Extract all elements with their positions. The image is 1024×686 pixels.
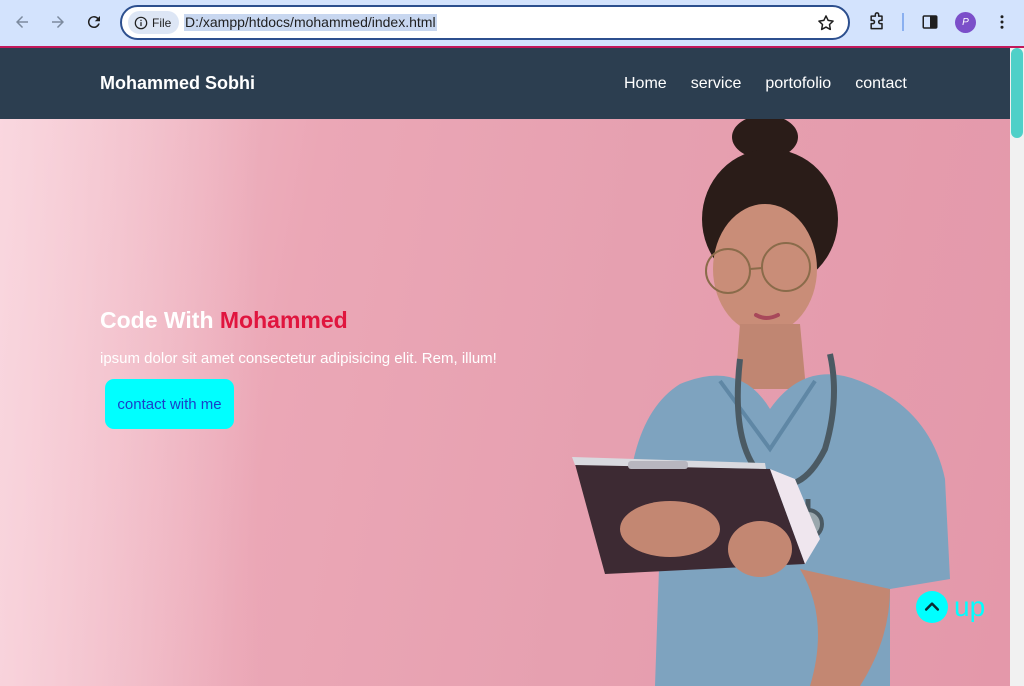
page-scrollbar[interactable] <box>1010 48 1024 686</box>
toolbar-divider <box>902 13 904 31</box>
nav-link-home[interactable]: Home <box>624 75 667 93</box>
kebab-menu-icon <box>1000 15 1004 29</box>
extensions-button[interactable] <box>866 11 888 33</box>
scroll-to-top-label[interactable]: up <box>954 591 985 623</box>
arrow-right-icon <box>52 16 64 28</box>
scrollbar-thumb[interactable] <box>1011 48 1023 138</box>
hero-description: ipsum dolor sit amet consectetur adipisi… <box>100 350 497 367</box>
site-navbar: Mohammed Sobhi Home service portofolio c… <box>0 48 1010 119</box>
contact-button[interactable]: contact with me <box>105 379 234 429</box>
side-panel-icon <box>922 15 938 29</box>
side-panel-button[interactable] <box>919 11 941 33</box>
puzzle-icon <box>870 12 883 30</box>
hero-title-accent: Mohammed <box>219 307 348 333</box>
arrow-left-icon <box>16 16 28 28</box>
url-text[interactable]: D:/xampp/htdocs/mohammed/index.html <box>184 14 437 31</box>
browser-toolbar: File D:/xampp/htdocs/mohammed/index.html… <box>0 0 1024 46</box>
chevron-up-icon[interactable] <box>916 591 948 623</box>
reload-button[interactable] <box>82 10 106 34</box>
web-page: Mohammed Sobhi Home service portofolio c… <box>0 48 1010 686</box>
site-brand[interactable]: Mohammed Sobhi <box>100 73 255 94</box>
nav-menu: Home service portofolio contact <box>624 75 907 93</box>
bookmark-star-icon[interactable] <box>816 13 836 33</box>
address-bar[interactable]: File D:/xampp/htdocs/mohammed/index.html <box>120 5 850 40</box>
site-info-label: File <box>152 15 172 30</box>
info-icon <box>134 16 148 29</box>
nav-link-service[interactable]: service <box>691 75 742 93</box>
forward-button[interactable] <box>46 10 70 34</box>
nav-link-portfolio[interactable]: portofolio <box>765 75 831 93</box>
back-button[interactable] <box>10 10 34 34</box>
browser-menu-button[interactable] <box>991 11 1013 33</box>
hero-title-start: Code With <box>100 307 220 333</box>
reload-icon <box>87 16 100 29</box>
scroll-to-top[interactable]: up <box>916 591 985 623</box>
profile-avatar[interactable]: P <box>955 12 976 33</box>
hero-title: Code With Mohammed <box>100 307 348 334</box>
nav-link-contact[interactable]: contact <box>855 75 907 93</box>
site-info-chip[interactable]: File <box>128 11 180 34</box>
